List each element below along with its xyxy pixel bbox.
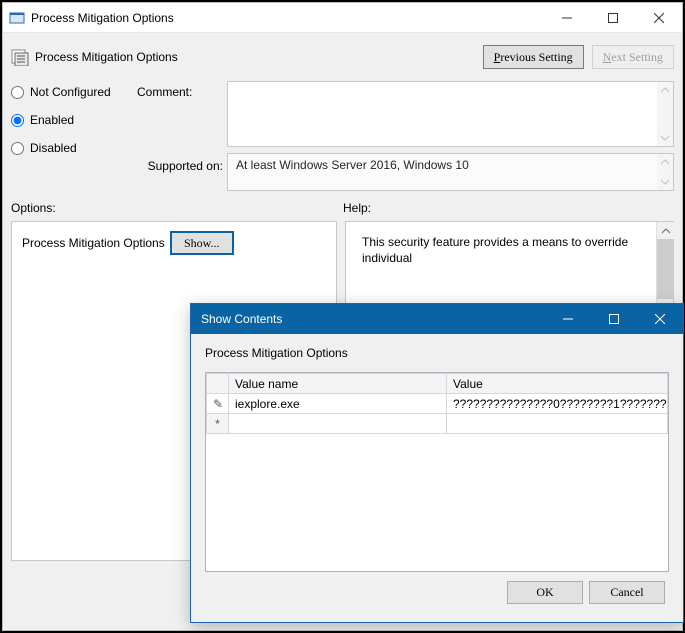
header-row: Process Mitigation Options Previous Sett…	[11, 39, 674, 75]
scroll-up-icon	[657, 154, 673, 170]
policy-icon	[11, 48, 29, 66]
config-grid: Not Configured Enabled Disabled Comment:…	[11, 81, 674, 191]
gutter-header	[207, 374, 229, 394]
window-icon	[9, 10, 25, 26]
radio-enabled-label: Enabled	[30, 113, 74, 127]
radio-not-configured-label: Not Configured	[30, 85, 111, 99]
table-row[interactable]: *	[207, 414, 668, 434]
window-controls	[544, 3, 682, 33]
show-contents-dialog: Show Contents Process Mitigation Options…	[190, 303, 684, 623]
cell-value[interactable]: ???????????????0????????1???????1	[447, 394, 668, 414]
dialog-minimize-button[interactable]	[545, 304, 591, 334]
values-table[interactable]: Value name Value ✎ iexplore.exe ????????…	[205, 372, 669, 572]
table-row[interactable]: ✎ iexplore.exe ???????????????0????????1…	[207, 394, 668, 414]
row-marker-new-icon: *	[207, 414, 229, 434]
scroll-down-icon	[657, 174, 673, 190]
cell-value-name[interactable]	[229, 414, 447, 434]
previous-setting-button[interactable]: Previous Setting	[483, 45, 584, 69]
scroll-down-icon[interactable]	[657, 130, 673, 146]
window-title: Process Mitigation Options	[31, 11, 544, 25]
supported-on-text: At least Windows Server 2016, Windows 10	[236, 158, 469, 172]
help-text: This security feature provides a means t…	[362, 234, 653, 266]
option-row: Process Mitigation Options Show...	[22, 232, 326, 254]
radio-disabled[interactable]: Disabled	[11, 141, 133, 155]
dialog-heading: Process Mitigation Options	[205, 346, 669, 360]
dialog-title: Show Contents	[201, 312, 545, 326]
policy-heading: Process Mitigation Options	[35, 50, 475, 64]
scroll-up-icon[interactable]	[657, 82, 673, 98]
cell-value[interactable]	[447, 414, 668, 434]
supported-on-label: Supported on:	[137, 153, 223, 191]
row-marker-edit-icon: ✎	[207, 394, 229, 414]
comment-textbox[interactable]	[227, 81, 674, 147]
radio-not-configured[interactable]: Not Configured	[11, 85, 133, 99]
main-titlebar: Process Mitigation Options	[3, 3, 682, 33]
options-help-labels: Options: Help:	[11, 201, 674, 215]
dialog-body: Process Mitigation Options Value name Va…	[191, 334, 683, 622]
col-value-name[interactable]: Value name	[229, 374, 447, 394]
dialog-footer: OK Cancel	[205, 572, 669, 612]
cell-value-name[interactable]: iexplore.exe	[229, 394, 447, 414]
option-label: Process Mitigation Options	[22, 236, 165, 250]
table-header-row: Value name Value	[207, 374, 668, 394]
radio-disabled-label: Disabled	[30, 141, 77, 155]
supported-on-textbox: At least Windows Server 2016, Windows 10	[227, 153, 674, 191]
next-setting-button[interactable]: Next Setting	[592, 45, 674, 69]
dialog-maximize-button[interactable]	[591, 304, 637, 334]
dialog-titlebar: Show Contents	[191, 304, 683, 334]
scrollbar-thumb[interactable]	[657, 239, 674, 299]
scroll-up-icon[interactable]	[657, 222, 674, 239]
close-button[interactable]	[636, 3, 682, 33]
options-label: Options:	[11, 201, 343, 215]
supported-scrollbar	[657, 154, 673, 190]
radio-enabled[interactable]: Enabled	[11, 113, 133, 127]
minimize-button[interactable]	[544, 3, 590, 33]
cancel-button[interactable]: Cancel	[589, 581, 665, 604]
comment-scrollbar[interactable]	[657, 82, 673, 146]
comment-label: Comment:	[137, 81, 223, 147]
dialog-close-button[interactable]	[637, 304, 683, 334]
ok-button[interactable]: OK	[507, 581, 583, 604]
state-radio-group: Not Configured Enabled Disabled	[11, 81, 133, 191]
col-value[interactable]: Value	[447, 374, 668, 394]
help-label: Help:	[343, 201, 371, 215]
maximize-button[interactable]	[590, 3, 636, 33]
show-button[interactable]: Show...	[171, 232, 233, 254]
